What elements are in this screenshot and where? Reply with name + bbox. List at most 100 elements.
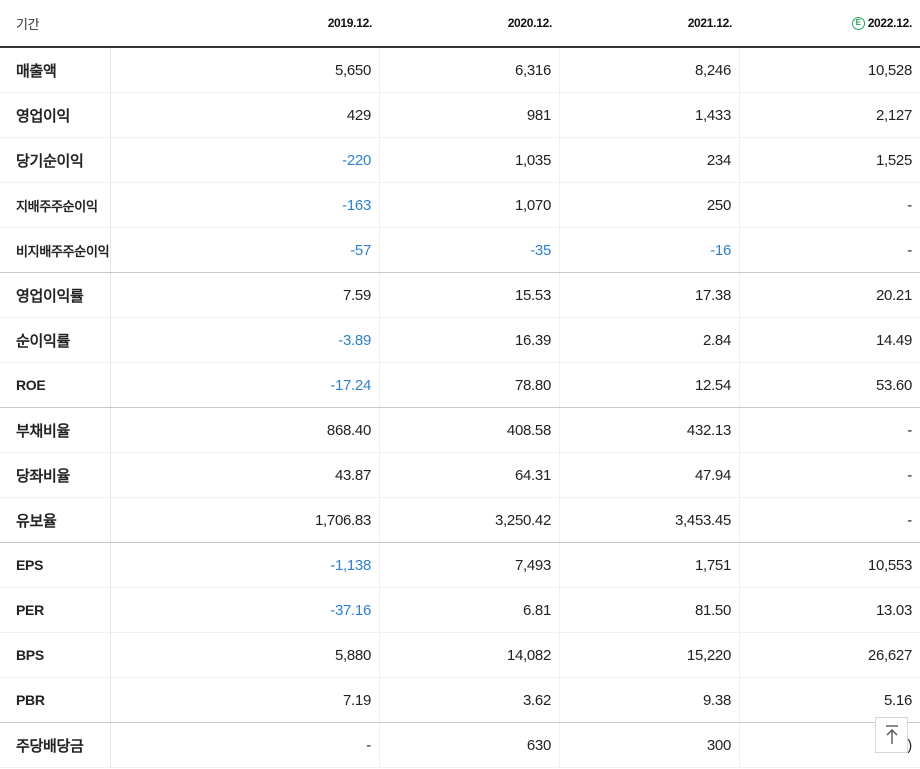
row-label: PBR — [0, 678, 111, 722]
value-cell: 15.53 — [380, 273, 560, 317]
value-cell: 868.40 — [111, 408, 380, 452]
value-cell: 20.21 — [875, 286, 912, 304]
value-cell: 1,035 — [380, 138, 560, 182]
row-label: EPS — [0, 543, 111, 587]
value-cell: 1,525 — [875, 151, 912, 169]
value-cell: 5,650 — [111, 48, 380, 92]
column-header-2022-label: 2022.12. — [867, 16, 913, 30]
row-label: 주당배당금 — [0, 723, 111, 767]
value-cell: 5.16 — [884, 691, 912, 709]
value-cell: -163 — [111, 183, 380, 227]
value-cell: - — [907, 511, 912, 529]
value-cell: -16 — [560, 228, 740, 272]
value-cell: 14,082 — [380, 633, 560, 677]
value-cell: 8,246 — [560, 48, 740, 92]
row-label: 지배주주순이익 — [0, 183, 111, 227]
value-cell: 47.94 — [560, 453, 740, 497]
value-cell: - — [907, 196, 912, 214]
value-cell: -35 — [380, 228, 560, 272]
value-cell: 7.19 — [111, 678, 380, 722]
row-label: 영업이익 — [0, 93, 111, 137]
table-row: 순이익률 -3.89 16.39 2.84 14.49 — [0, 318, 920, 363]
value-cell: -17.24 — [111, 363, 380, 407]
value-cell: 300 — [560, 723, 740, 767]
value-cell: 1,706.83 — [111, 498, 380, 542]
value-cell: - — [907, 241, 912, 259]
value-cell: 16.39 — [380, 318, 560, 362]
value-cell: 630 — [380, 723, 560, 767]
value-cell: 2.84 — [560, 318, 740, 362]
value-cell: -57 — [111, 228, 380, 272]
value-cell: -220 — [111, 138, 380, 182]
value-cell: 17.38 — [560, 273, 740, 317]
arrow-up-to-top-icon — [885, 725, 898, 744]
value-cell: 26,627 — [867, 646, 912, 664]
table-row: 영업이익 429 981 1,433 2,127 — [0, 93, 920, 138]
table-row: 당기순이익 -220 1,035 234 1,525 — [0, 138, 920, 183]
table-row: 당좌비율 43.87 64.31 47.94 - — [0, 453, 920, 498]
value-cell: 14.49 — [875, 331, 912, 349]
row-label: BPS — [0, 633, 111, 677]
financial-summary-table: 기간 2019.12. 2020.12. 2021.12. E 2022.12.… — [0, 0, 920, 768]
value-cell: 3,453.45 — [560, 498, 740, 542]
value-cell: 64.31 — [380, 453, 560, 497]
value-cell: 2,127 — [875, 106, 912, 124]
row-label: 당기순이익 — [0, 138, 111, 182]
value-cell: 429 — [111, 93, 380, 137]
value-cell: 1,751 — [560, 543, 740, 587]
column-header-2022: E 2022.12. — [740, 0, 920, 46]
row-label: 부채비율 — [0, 408, 111, 452]
row-label: 순이익률 — [0, 318, 111, 362]
value-cell: -1,138 — [111, 543, 380, 587]
value-cell: 3,250.42 — [380, 498, 560, 542]
table-row: EPS -1,138 7,493 1,751 10,553 — [0, 543, 920, 588]
table-row: 부채비율 868.40 408.58 432.13 - — [0, 408, 920, 453]
value-cell: - — [907, 466, 912, 484]
row-label: 매출액 — [0, 48, 111, 92]
value-cell: 234 — [560, 138, 740, 182]
value-cell: 7.59 — [111, 273, 380, 317]
value-cell: 13.03 — [875, 601, 912, 619]
value-cell: 981 — [380, 93, 560, 137]
value-cell: 43.87 — [111, 453, 380, 497]
value-cell: 78.80 — [380, 363, 560, 407]
value-cell: 6,316 — [380, 48, 560, 92]
value-cell: 15,220 — [560, 633, 740, 677]
value-cell: 7,493 — [380, 543, 560, 587]
period-header: 기간 — [16, 16, 40, 32]
table-row: 유보율 1,706.83 3,250.42 3,453.45 - — [0, 498, 920, 543]
value-cell: 1,433 — [560, 93, 740, 137]
value-cell: 432.13 — [560, 408, 740, 452]
scroll-to-top-button[interactable] — [875, 717, 908, 753]
value-cell: 5,880 — [111, 633, 380, 677]
value-cell: 3.62 — [380, 678, 560, 722]
column-header-2021: 2021.12. — [687, 16, 733, 30]
value-cell: 9.38 — [560, 678, 740, 722]
value-cell: - — [111, 723, 380, 767]
row-label: 영업이익률 — [0, 273, 111, 317]
value-cell: 12.54 — [560, 363, 740, 407]
table-row: PBR 7.19 3.62 9.38 5.16 — [0, 678, 920, 723]
table-row: ROE -17.24 78.80 12.54 53.60 — [0, 363, 920, 408]
table-row: PER -37.16 6.81 81.50 13.03 — [0, 588, 920, 633]
row-label: 비지배주주순이익 — [0, 228, 111, 272]
value-cell: 1,070 — [380, 183, 560, 227]
value-cell: -3.89 — [111, 318, 380, 362]
table-row: 주당배당금 - 630 300 ) — [0, 723, 920, 768]
value-cell: -37.16 — [111, 588, 380, 632]
row-label: PER — [0, 588, 111, 632]
column-header-2019: 2019.12. — [327, 16, 373, 30]
table-row: 지배주주순이익 -163 1,070 250 - — [0, 183, 920, 228]
row-label: 유보율 — [0, 498, 111, 542]
value-cell: - — [907, 421, 912, 439]
value-cell: 81.50 — [560, 588, 740, 632]
row-label: ROE — [0, 363, 111, 407]
value-cell: 408.58 — [380, 408, 560, 452]
table-row: 매출액 5,650 6,316 8,246 10,528 — [0, 48, 920, 93]
value-cell: 10,553 — [867, 556, 912, 574]
table-header-row: 기간 2019.12. 2020.12. 2021.12. E 2022.12. — [0, 0, 920, 48]
estimate-icon: E — [851, 16, 865, 30]
table-row: 영업이익률 7.59 15.53 17.38 20.21 — [0, 273, 920, 318]
value-cell: 10,528 — [867, 61, 912, 79]
table-row: BPS 5,880 14,082 15,220 26,627 — [0, 633, 920, 678]
